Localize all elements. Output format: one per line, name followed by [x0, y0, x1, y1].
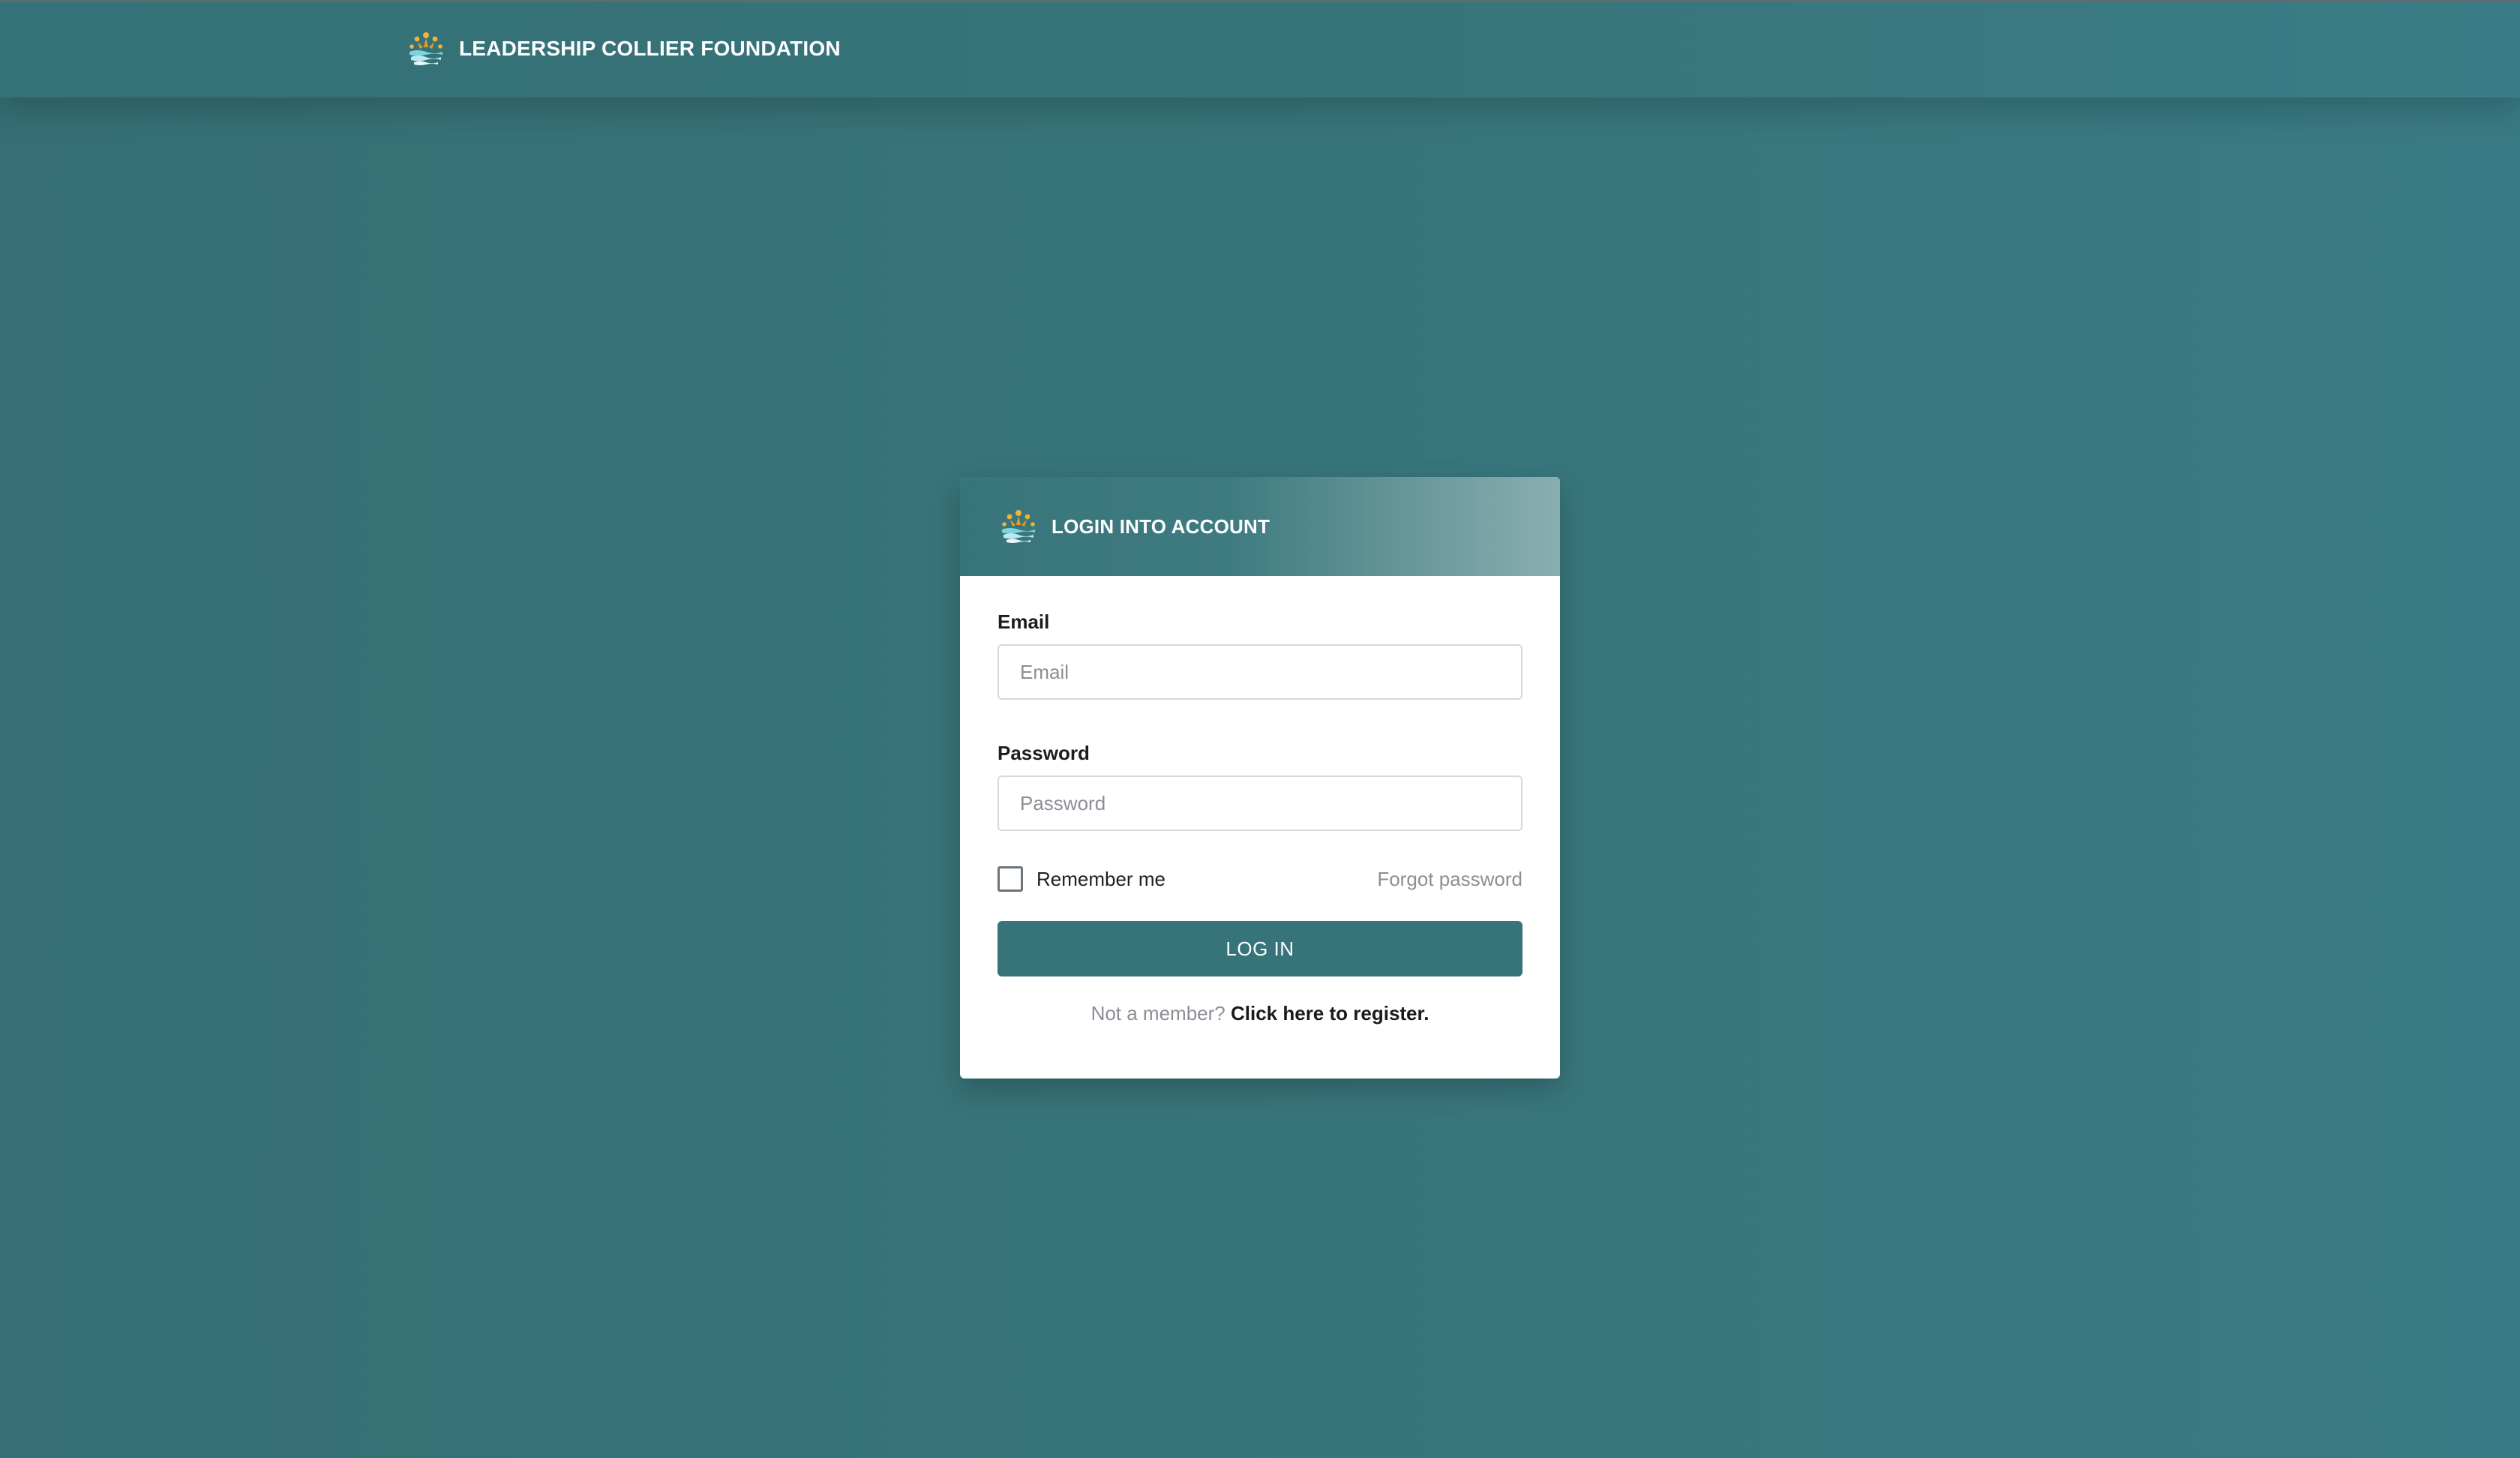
login-card: LOGIN INTO ACCOUNT Email Password Rememb…	[960, 477, 1560, 1078]
remember-me-checkbox[interactable]	[998, 866, 1023, 892]
brand[interactable]: LEADERSHIP COLLIER FOUNDATION	[405, 28, 841, 70]
email-field-group: Email	[998, 610, 1522, 700]
password-input[interactable]	[998, 776, 1522, 831]
remember-me[interactable]: Remember me	[998, 866, 1166, 892]
login-card-header: LOGIN INTO ACCOUNT	[960, 477, 1560, 576]
login-card-title: LOGIN INTO ACCOUNT	[1052, 514, 1270, 538]
foundation-logo-icon	[410, 32, 442, 65]
register-prompt: Not a member? Click here to register.	[998, 1002, 1522, 1025]
brand-title: LEADERSHIP COLLIER FOUNDATION	[459, 37, 841, 60]
register-link[interactable]: Click here to register.	[1231, 1002, 1429, 1024]
password-field-group: Password	[998, 742, 1522, 831]
password-label: Password	[998, 742, 1090, 764]
forgot-password-link[interactable]: Forgot password	[1377, 868, 1522, 891]
login-button[interactable]: LOG IN	[998, 921, 1522, 976]
login-options-row: Remember me Forgot password	[998, 864, 1522, 894]
email-label: Email	[998, 610, 1050, 633]
top-navbar: LEADERSHIP COLLIER FOUNDATION	[0, 0, 2520, 98]
register-prompt-text: Not a member?	[1090, 1002, 1226, 1024]
login-form: Email Password Remember me Forgot passwo…	[960, 576, 1560, 1025]
remember-me-label[interactable]: Remember me	[1036, 868, 1166, 891]
foundation-logo-icon	[1002, 510, 1035, 543]
email-input[interactable]	[998, 644, 1522, 700]
